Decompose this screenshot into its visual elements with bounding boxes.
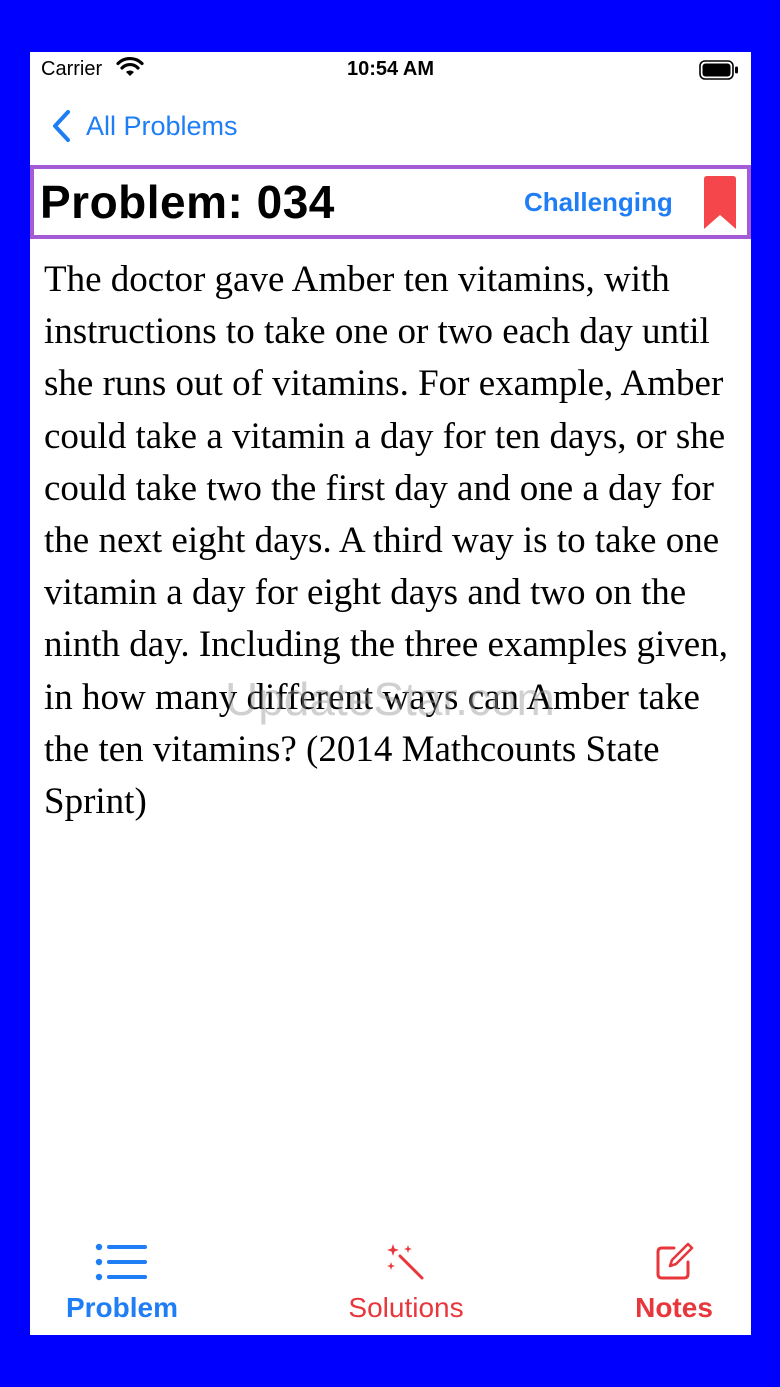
battery-icon xyxy=(699,60,738,80)
tab-solutions-label: Solutions xyxy=(348,1292,464,1323)
status-time: 10:54 AM xyxy=(346,58,435,80)
magic-wand-icon xyxy=(387,1244,424,1280)
chevron-left-icon xyxy=(53,110,70,142)
tab-solutions[interactable]: Solutions xyxy=(286,1242,526,1332)
back-button[interactable]: All Problems xyxy=(50,108,238,144)
back-button-label: All Problems xyxy=(86,110,238,141)
bookmark-icon[interactable] xyxy=(702,175,738,231)
list-icon xyxy=(95,1243,147,1281)
tab-problem-label: Problem xyxy=(65,1292,179,1323)
problem-text: The doctor gave Amber ten vitamins, with… xyxy=(44,259,728,823)
problem-header: Problem: 034 Challenging xyxy=(30,165,751,239)
tab-problem[interactable]: Problem xyxy=(30,1242,242,1332)
app-screen: Carrier 10:54 AM All Problems Problem: 0… xyxy=(30,52,751,1335)
difficulty-label: Challenging xyxy=(524,187,673,217)
status-bar: Carrier 10:54 AM xyxy=(30,52,751,92)
compose-icon xyxy=(656,1242,694,1280)
tab-notes-label: Notes xyxy=(635,1292,713,1323)
tab-notes[interactable]: Notes xyxy=(554,1242,751,1332)
problem-title: Problem: 034 xyxy=(40,176,335,228)
